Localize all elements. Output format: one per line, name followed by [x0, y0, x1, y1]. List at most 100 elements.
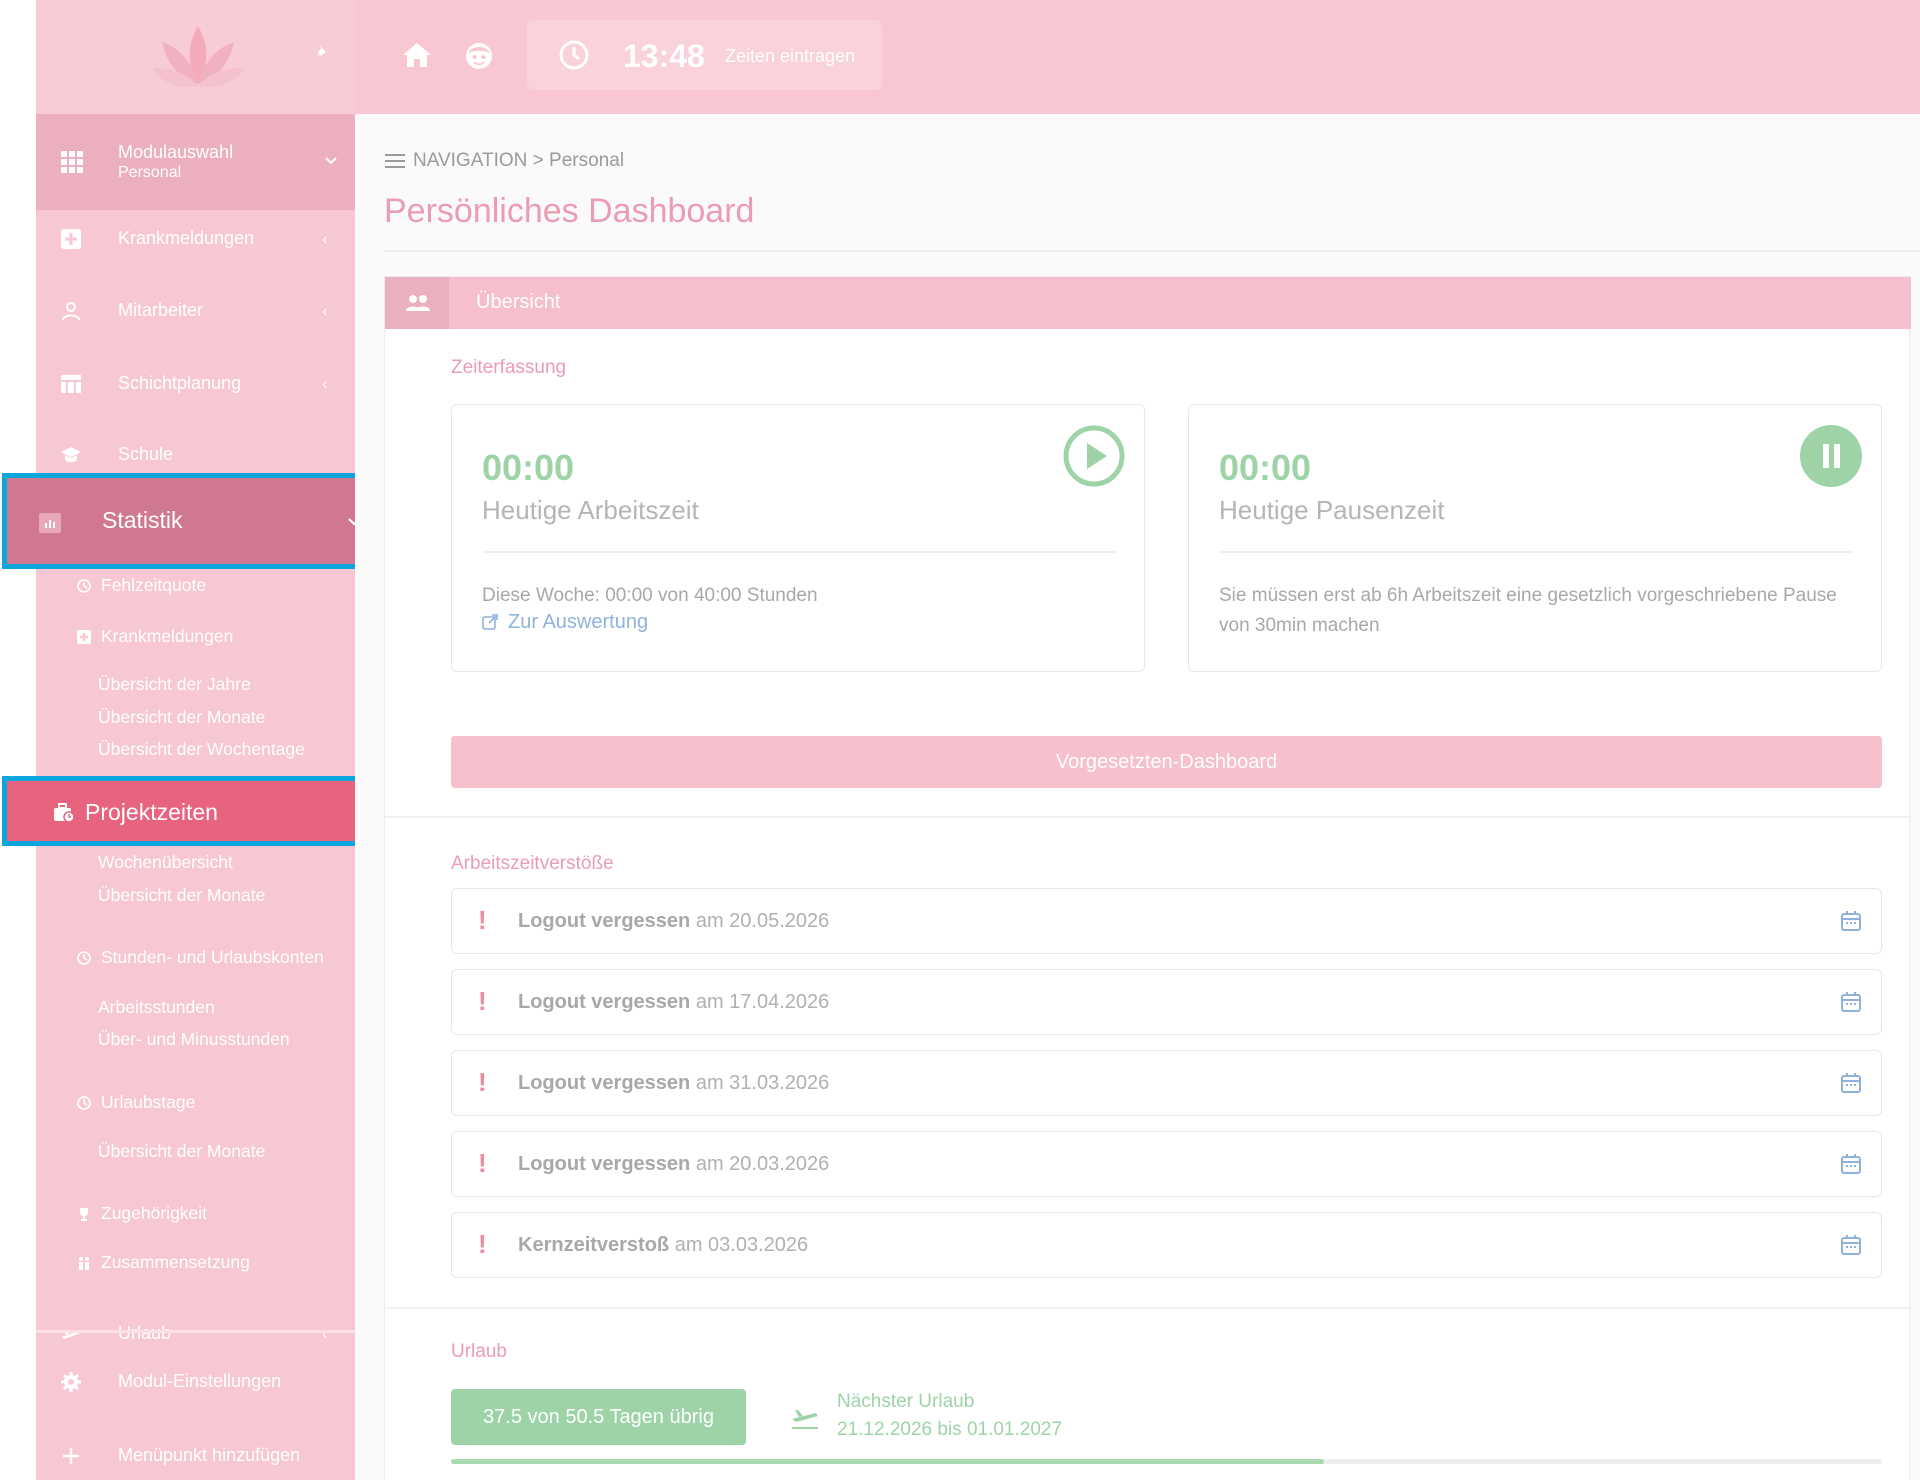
violations-label: Arbeitszeitverstöße [451, 853, 614, 874]
airplane-icon [61, 1330, 81, 1339]
sidebar-subitem-label: Übersicht der Monate [98, 885, 266, 905]
sidebar-subitem-fehlzeitquote[interactable]: Fehlzeitquote [36, 571, 355, 601]
violation-type: Kernzeitverstoß [518, 1234, 670, 1256]
sidebar-item-settings[interactable]: Modul-Einstellungen [36, 1351, 355, 1411]
sidebar-subitem-zusammensetzung[interactable]: Zusammensetzung [36, 1248, 355, 1278]
violation-item[interactable]: ! Logout vergessen am 31.03.2026 [451, 1050, 1882, 1116]
sidebar-subitem-label: Stunden- und Urlaubskonten [101, 947, 324, 967]
sidebar-item-projektzeiten[interactable]: Projektzeiten [2, 776, 378, 846]
sidebar-item-krankmeldungen[interactable]: Krankmeldungen ‹ [36, 208, 355, 268]
sidebar-subitem-label: Übersicht der Jahre [98, 674, 251, 694]
sidebar-subitem-label: Übersicht der Monate [98, 707, 266, 727]
breadcrumb-separator: > [532, 150, 544, 171]
play-button-icon[interactable] [1063, 425, 1125, 487]
home-icon[interactable] [402, 41, 432, 69]
violation-date: am 17.04.2026 [695, 991, 830, 1013]
sidebar-subitem-arbeitsstunden[interactable]: Arbeitsstunden [36, 993, 355, 1023]
vacation-progress-fill [451, 1459, 1324, 1464]
sidebar-item-label: Modul-Einstellungen [118, 1371, 282, 1391]
pause-time-divider [1219, 551, 1853, 553]
calendar-icon[interactable] [1840, 1153, 1862, 1175]
sidebar-subitem-konten[interactable]: Stunden- und Urlaubskonten [36, 943, 355, 973]
title-divider [384, 250, 1920, 252]
trophy-icon [80, 1208, 88, 1221]
sidebar-item-label: Projektzeiten [85, 799, 218, 825]
sidebar-subitem-wochentage[interactable]: Übersicht der Wochentage [36, 735, 355, 765]
sidebar-subitem-monate[interactable]: Übersicht der Monate [36, 881, 355, 911]
face-icon[interactable] [464, 41, 494, 71]
page-title: Persönliches Dashboard [384, 192, 755, 230]
medical-plus-icon [77, 630, 91, 644]
main-content: NAVIGATION > Personal Persönliches Dashb… [355, 114, 1920, 1480]
sidebar-subitem-label: Zusammensetzung [101, 1252, 250, 1272]
airplane-icon [792, 1410, 818, 1429]
vacation-remaining-badge: 37.5 von 50.5 Tagen übrig [451, 1389, 746, 1445]
sidebar: Modulauswahl Personal Krankmeldungen ‹ M… [36, 0, 355, 1480]
section-divider [385, 816, 1911, 818]
violation-item[interactable]: ! Logout vergessen am 20.05.2026 [451, 888, 1882, 954]
pause-button[interactable] [1800, 425, 1862, 487]
pause-time-label: Heutige Pausenzeit [1219, 495, 1445, 525]
time-entry-widget[interactable]: 13:48 Zeiten eintragen [527, 20, 882, 90]
enter-times-link[interactable]: Zeiten eintragen [725, 46, 855, 67]
warning-icon: ! [478, 1148, 487, 1178]
overview-card: Übersicht Zeiterfassung 00:00 Heutige Ar… [384, 276, 1911, 1480]
external-link-icon [482, 614, 498, 630]
chevron-left-icon: ‹ [322, 231, 328, 248]
sidebar-item-label: Statistik [102, 507, 183, 533]
calendar-icon[interactable] [1840, 1072, 1862, 1094]
violation-item[interactable]: ! Kernzeitverstoß am 03.03.2026 [451, 1212, 1882, 1278]
sidebar-subitem-jahre[interactable]: Übersicht der Jahre [36, 670, 355, 700]
sidebar-subitem-label: Übersicht der Wochentage [98, 739, 305, 759]
warning-icon: ! [478, 905, 487, 935]
warning-icon: ! [478, 1229, 487, 1259]
pause-time-card: 00:00 Heutige Pausenzeit Sie müssen erst… [1188, 404, 1882, 672]
calendar-icon[interactable] [1840, 910, 1862, 932]
sidebar-item-statistik[interactable]: Statistik [2, 473, 378, 569]
sidebar-subitem-label: Krankmeldungen [101, 626, 234, 646]
briefcase-clock-icon [54, 803, 75, 823]
sidebar-item-label: Schichtplanung [118, 373, 242, 393]
module-switch[interactable]: Modulauswahl Personal [36, 114, 355, 210]
next-vacation-dates: 21.12.2026 bis 01.01.2027 [837, 1419, 1063, 1440]
pause-info: Sie müssen erst ab 6h Arbeitszeit eine g… [1219, 585, 1837, 636]
breadcrumb: NAVIGATION > Personal [385, 150, 624, 172]
sidebar-subitem-zugehoerigkeit[interactable]: Zugehörigkeit [36, 1199, 355, 1229]
history-icon [77, 579, 91, 593]
week-info: Diese Woche: 00:00 von 40:00 Stunden [482, 585, 818, 606]
vacation-label: Urlaub [451, 1341, 507, 1362]
calendar-icon[interactable] [1840, 1234, 1862, 1256]
breadcrumb-root[interactable]: NAVIGATION [413, 150, 527, 171]
chevron-down-icon [325, 157, 337, 165]
sidebar-subitem-ueberstunden[interactable]: Über- und Minusstunden [36, 1025, 355, 1055]
violation-item[interactable]: ! Logout vergessen am 17.04.2026 [451, 969, 1882, 1035]
violation-item[interactable]: ! Logout vergessen am 20.03.2026 [451, 1131, 1882, 1197]
sidebar-subitem-monate[interactable]: Übersicht der Monate [36, 703, 355, 733]
sidebar-subitem-label: Arbeitsstunden [98, 997, 215, 1017]
sidebar-subitem-urlaubstage[interactable]: Urlaubstage [36, 1088, 355, 1118]
evaluation-link[interactable]: Zur Auswertung [482, 611, 648, 634]
module-switch-current: Personal [118, 164, 182, 181]
people-icon [79, 1257, 89, 1270]
work-time-label: Heutige Arbeitszeit [482, 495, 699, 525]
violation-text: Kernzeitverstoß am 03.03.2026 [518, 1234, 808, 1257]
sidebar-item-schichtplanung[interactable]: Schichtplanung ‹ [36, 353, 355, 413]
warning-icon: ! [478, 986, 487, 1016]
pin-icon[interactable] [314, 44, 330, 60]
sidebar-divider [36, 1330, 355, 1333]
menu-icon[interactable] [385, 153, 405, 168]
sidebar-item-add-menu[interactable]: Menüpunkt hinzufügen [36, 1425, 355, 1480]
clock-icon [559, 40, 589, 70]
sidebar-item-mitarbeiter[interactable]: Mitarbeiter ‹ [36, 280, 355, 340]
work-time-value: 00:00 [482, 447, 575, 488]
sidebar-subitem-monate[interactable]: Übersicht der Monate [36, 1137, 355, 1167]
violation-text: Logout vergessen am 31.03.2026 [518, 1072, 829, 1095]
section-divider [385, 1307, 1911, 1309]
violation-type: Logout vergessen [518, 910, 691, 932]
violation-type: Logout vergessen [518, 1072, 691, 1094]
sidebar-subitem-krankmeldungen[interactable]: Krankmeldungen [36, 622, 355, 652]
sidebar-subitem-wochenuebersicht[interactable]: Wochenübersicht [36, 848, 355, 878]
supervisor-dashboard-button[interactable]: Vorgesetzten-Dashboard [451, 736, 1882, 788]
violation-text: Logout vergessen am 20.03.2026 [518, 1153, 829, 1176]
calendar-icon[interactable] [1840, 991, 1862, 1013]
